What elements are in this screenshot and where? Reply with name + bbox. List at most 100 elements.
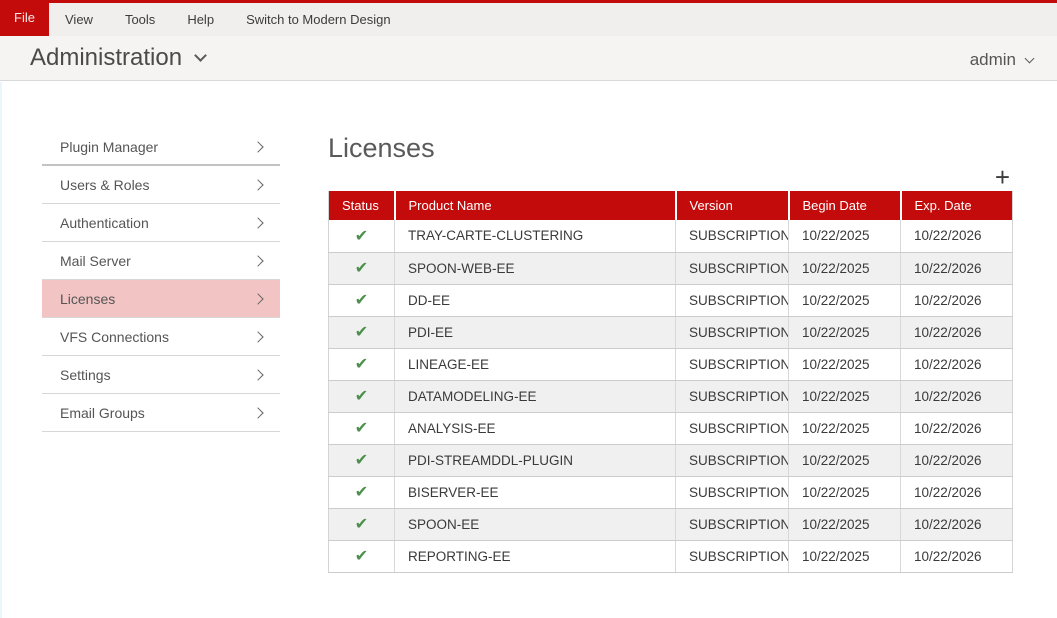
licenses-panel: Licenses + StatusProduct NameVersionBegi… — [328, 125, 1012, 573]
version-cell: SUBSCRIPTION — [676, 380, 789, 412]
sidebar-item-label: Settings — [60, 367, 111, 383]
license-valid-check-icon: ✔ — [355, 516, 368, 533]
version-cell: SUBSCRIPTION — [676, 540, 789, 572]
status-cell: ✔ — [329, 348, 395, 380]
sidebar-item-label: Licenses — [60, 291, 115, 307]
menu-item-file[interactable]: File — [0, 0, 49, 36]
sidebar-item-label: Email Groups — [60, 405, 145, 421]
begin-date-cell: 10/22/2025 — [789, 380, 901, 412]
licenses-toolbar: + — [328, 165, 1012, 191]
add-license-button[interactable]: + — [993, 165, 1012, 189]
version-cell: SUBSCRIPTION — [676, 220, 789, 252]
product-name-cell: ANALYSIS-EE — [395, 412, 676, 444]
license-valid-check-icon: ✔ — [355, 260, 368, 277]
exp-date-cell: 10/22/2026 — [901, 252, 1013, 284]
product-name-cell: SPOON-WEB-EE — [395, 252, 676, 284]
licenses-table: StatusProduct NameVersionBegin DateExp. … — [328, 191, 1013, 573]
product-name-cell: REPORTING-EE — [395, 540, 676, 572]
license-row: ✔ PDI-STREAMDDL-PLUGIN SUBSCRIPTION 10/2… — [329, 444, 1013, 476]
status-cell: ✔ — [329, 476, 395, 508]
license-valid-check-icon: ✔ — [355, 548, 368, 565]
begin-date-cell: 10/22/2025 — [789, 252, 901, 284]
chevron-down-icon — [194, 49, 207, 62]
exp-date-cell: 10/22/2026 — [901, 348, 1013, 380]
begin-date-cell: 10/22/2025 — [789, 220, 901, 252]
sidebar-item-licenses[interactable]: Licenses — [42, 280, 280, 318]
begin-date-cell: 10/22/2025 — [789, 508, 901, 540]
chevron-down-icon — [1025, 53, 1035, 63]
license-valid-check-icon: ✔ — [355, 484, 368, 501]
status-cell: ✔ — [329, 252, 395, 284]
column-header-version: Version — [676, 191, 789, 220]
menu-item-help[interactable]: Help — [171, 3, 230, 36]
exp-date-cell: 10/22/2026 — [901, 380, 1013, 412]
begin-date-cell: 10/22/2025 — [789, 540, 901, 572]
version-cell: SUBSCRIPTION — [676, 444, 789, 476]
status-cell: ✔ — [329, 220, 395, 252]
content-area: Plugin Manager Users & Roles Authenticat… — [0, 82, 1057, 618]
menu-item-tools[interactable]: Tools — [109, 3, 171, 36]
license-row: ✔ SPOON-WEB-EE SUBSCRIPTION 10/22/2025 1… — [329, 252, 1013, 284]
license-valid-check-icon: ✔ — [355, 292, 368, 309]
menu-item-view[interactable]: View — [49, 3, 109, 36]
sidebar-item-vfs-connections[interactable]: VFS Connections — [42, 318, 280, 356]
begin-date-cell: 10/22/2025 — [789, 444, 901, 476]
chevron-right-icon — [252, 407, 263, 418]
license-valid-check-icon: ✔ — [355, 324, 368, 341]
sidebar-item-users-roles[interactable]: Users & Roles — [42, 166, 280, 204]
exp-date-cell: 10/22/2026 — [901, 476, 1013, 508]
sidebar-item-plugin-manager[interactable]: Plugin Manager — [42, 128, 280, 166]
license-valid-check-icon: ✔ — [355, 420, 368, 437]
user-menu[interactable]: admin — [970, 50, 1033, 70]
product-name-cell: TRAY-CARTE-CLUSTERING — [395, 220, 676, 252]
product-name-cell: BISERVER-EE — [395, 476, 676, 508]
chevron-right-icon — [252, 179, 263, 190]
exp-date-cell: 10/22/2026 — [901, 540, 1013, 572]
column-header-begin-date: Begin Date — [789, 191, 901, 220]
product-name-cell: DD-EE — [395, 284, 676, 316]
license-row: ✔ SPOON-EE SUBSCRIPTION 10/22/2025 10/22… — [329, 508, 1013, 540]
chevron-right-icon — [252, 255, 263, 266]
begin-date-cell: 10/22/2025 — [789, 316, 901, 348]
exp-date-cell: 10/22/2026 — [901, 220, 1013, 252]
version-cell: SUBSCRIPTION — [676, 252, 789, 284]
status-cell: ✔ — [329, 316, 395, 348]
app-header: Administration admin — [0, 36, 1057, 81]
product-name-cell: DATAMODELING-EE — [395, 380, 676, 412]
page-perspective-title: Administration — [30, 44, 182, 72]
sidebar-item-label: Authentication — [60, 215, 149, 231]
sidebar-item-authentication[interactable]: Authentication — [42, 204, 280, 242]
license-row: ✔ REPORTING-EE SUBSCRIPTION 10/22/2025 1… — [329, 540, 1013, 572]
exp-date-cell: 10/22/2026 — [901, 412, 1013, 444]
menu-item-switch-to-modern-design[interactable]: Switch to Modern Design — [230, 3, 407, 36]
sidebar-item-mail-server[interactable]: Mail Server — [42, 242, 280, 280]
license-row: ✔ TRAY-CARTE-CLUSTERING SUBSCRIPTION 10/… — [329, 220, 1013, 252]
version-cell: SUBSCRIPTION — [676, 348, 789, 380]
version-cell: SUBSCRIPTION — [676, 316, 789, 348]
sidebar-item-label: Mail Server — [60, 253, 131, 269]
chevron-right-icon — [252, 331, 263, 342]
begin-date-cell: 10/22/2025 — [789, 348, 901, 380]
sidebar-item-label: VFS Connections — [60, 329, 169, 345]
exp-date-cell: 10/22/2026 — [901, 444, 1013, 476]
license-valid-check-icon: ✔ — [355, 356, 368, 373]
sidebar-item-email-groups[interactable]: Email Groups — [42, 394, 280, 432]
chevron-right-icon — [252, 369, 263, 380]
license-row: ✔ LINEAGE-EE SUBSCRIPTION 10/22/2025 10/… — [329, 348, 1013, 380]
begin-date-cell: 10/22/2025 — [789, 284, 901, 316]
page-title: Licenses — [328, 133, 1012, 165]
perspective-dropdown[interactable]: Administration — [30, 44, 205, 72]
admin-sidebar: Plugin Manager Users & Roles Authenticat… — [42, 128, 280, 432]
exp-date-cell: 10/22/2026 — [901, 316, 1013, 348]
license-row: ✔ PDI-EE SUBSCRIPTION 10/22/2025 10/22/2… — [329, 316, 1013, 348]
exp-date-cell: 10/22/2026 — [901, 508, 1013, 540]
product-name-cell: SPOON-EE — [395, 508, 676, 540]
exp-date-cell: 10/22/2026 — [901, 284, 1013, 316]
column-header-product-name: Product Name — [395, 191, 676, 220]
status-cell: ✔ — [329, 508, 395, 540]
table-header-row: StatusProduct NameVersionBegin DateExp. … — [329, 191, 1013, 220]
license-valid-check-icon: ✔ — [355, 388, 368, 405]
product-name-cell: PDI-STREAMDDL-PLUGIN — [395, 444, 676, 476]
sidebar-item-settings[interactable]: Settings — [42, 356, 280, 394]
status-cell: ✔ — [329, 284, 395, 316]
